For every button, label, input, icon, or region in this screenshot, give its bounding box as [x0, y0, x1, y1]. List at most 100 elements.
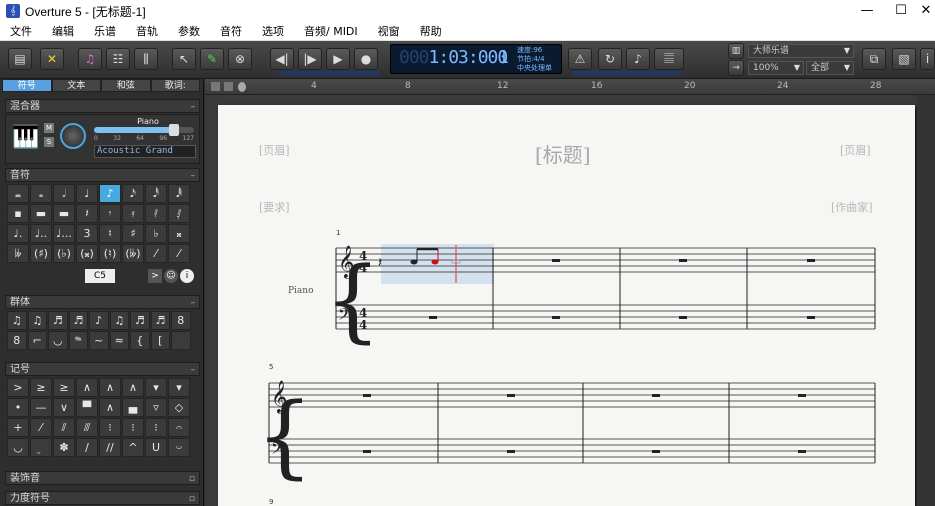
tools-icon[interactable]: ✕ [40, 48, 64, 70]
brace-icon[interactable]: { [130, 331, 150, 350]
bracket-icon[interactable]: [ [150, 331, 170, 350]
scope-dropdown[interactable]: 全部 [806, 61, 854, 75]
style-icon[interactable]: ▥ [728, 43, 744, 59]
beam-icon[interactable]: ♫ [7, 311, 27, 330]
metronome-icon[interactable]: ⚠ [568, 48, 592, 70]
tab-chords[interactable]: 和弦 [101, 79, 151, 92]
menu-notes[interactable]: 音符 [210, 23, 252, 39]
modifier-cell[interactable]: 3 [76, 224, 98, 243]
beam-icon[interactable]: ♫ [109, 311, 129, 330]
menu-file[interactable]: 文件 [0, 23, 42, 39]
tremolo-mark[interactable]: ⁝ [99, 418, 121, 437]
menu-options[interactable]: 选项 [252, 23, 294, 39]
accidental-cell[interactable]: (𝄫) [122, 244, 144, 263]
loop-icon[interactable]: ↻ [598, 48, 622, 70]
note-input-icon[interactable]: ♪ [626, 48, 650, 70]
beam-icon[interactable]: ♬ [150, 311, 170, 330]
note-cell-selected[interactable]: ♪ [99, 184, 121, 203]
info-icon[interactable]: i [180, 269, 194, 283]
accent-mark[interactable]: ▾ [168, 378, 190, 397]
info-icon[interactable]: i [920, 48, 935, 70]
collapse-icon[interactable]: – [191, 100, 196, 114]
menu-window[interactable]: 视窗 [368, 23, 410, 39]
accidental-cell[interactable]: 𝄫 [7, 244, 29, 263]
patch-field[interactable]: Acoustic Grand [94, 145, 196, 158]
rest-cell[interactable]: 𝄽 [76, 204, 98, 223]
solo-button[interactable]: S [44, 137, 54, 147]
beam-icon[interactable]: ♫ [27, 311, 47, 330]
groups-header[interactable]: 群体 – [5, 295, 200, 309]
modifier-cell[interactable]: ♭ [145, 224, 167, 243]
octave-icon[interactable]: 8 [7, 331, 27, 350]
rest-cell[interactable]: ▬ [30, 204, 52, 223]
notes-view-icon[interactable]: ♫ [78, 48, 102, 70]
measure-ruler[interactable]: 4 8 12 16 20 24 28 [205, 79, 935, 95]
notes-header[interactable]: 音符 – [5, 168, 200, 182]
modifier-cell[interactable]: ♩... [53, 224, 75, 243]
ruler-marker-icon[interactable] [238, 82, 246, 92]
eraser-tool-icon[interactable]: ⊗ [228, 48, 252, 70]
articulation-mark[interactable]: ▿ [145, 398, 167, 417]
expand-icon[interactable]: ▫ [189, 472, 195, 486]
position-slider[interactable] [278, 71, 380, 75]
mute-button[interactable]: M [44, 123, 54, 133]
tremolo-mark[interactable]: ⁝ [122, 418, 144, 437]
ornament-mark[interactable]: 𝆊 [30, 438, 52, 457]
tuplet-icon[interactable]: ⌐ [27, 331, 47, 350]
ornament-mark[interactable]: ✽ [53, 438, 75, 457]
articulation-mark[interactable]: ▄ [122, 398, 144, 417]
tremolo-mark[interactable]: ⫽ [53, 418, 75, 437]
view-toggle-icon[interactable] [211, 82, 220, 91]
accent-mark[interactable]: ▾ [145, 378, 167, 397]
volume-slider[interactable] [94, 124, 194, 136]
note-cell[interactable]: 𝅜 [7, 184, 29, 203]
accidental-cell[interactable]: ⁄ [145, 244, 167, 263]
articulation-mark[interactable]: ◇ [168, 398, 190, 417]
beam-icon[interactable]: ♬ [68, 311, 88, 330]
modifier-cell[interactable]: ♩.. [30, 224, 52, 243]
record-button[interactable]: ● [354, 48, 378, 70]
beam-icon[interactable]: ♪ [89, 311, 109, 330]
accidental-cell[interactable]: (♮) [99, 244, 121, 263]
accidental-cell[interactable]: (𝄪) [76, 244, 98, 263]
octave-icon[interactable]: 8 [171, 311, 191, 330]
pencil-tool-icon[interactable]: ✎ [200, 48, 224, 70]
tremolo-mark[interactable]: ⁝ [145, 418, 167, 437]
ornament-mark[interactable]: U [145, 438, 167, 457]
accent-mark[interactable]: > [7, 378, 29, 397]
menu-score[interactable]: 乐谱 [84, 23, 126, 39]
accidental-cell[interactable]: (♭) [53, 244, 75, 263]
collapse-icon[interactable]: – [191, 363, 196, 377]
note-cell[interactable]: ♩ [76, 184, 98, 203]
rewind-button[interactable]: ◀| [270, 48, 294, 70]
note-cell[interactable]: 𝅝 [30, 184, 52, 203]
minimize-button[interactable]: — [849, 0, 885, 22]
play-button[interactable]: ▶ [326, 48, 350, 70]
print-icon[interactable]: ▤ [8, 48, 32, 70]
step-forward-button[interactable]: |▶ [298, 48, 322, 70]
expand-icon[interactable]: ▫ [189, 492, 195, 506]
ornament-mark[interactable]: ^ [122, 438, 144, 457]
next-icon[interactable]: > [148, 269, 162, 283]
tab-symbols[interactable]: 符号 [2, 79, 52, 92]
mixer-header[interactable]: 混合器 – [5, 99, 200, 113]
glissando-icon[interactable]: ~ [89, 331, 109, 350]
rest-cell[interactable]: ▪ [7, 204, 29, 223]
score-page[interactable]: [页眉] [标题] [页眉] [要求] [作曲家] Piano 1 5 9 {… [218, 105, 915, 506]
zoom-dropdown[interactable]: 100% [748, 61, 804, 75]
track-view-icon[interactable]: ☷ [106, 48, 130, 70]
ornament-mark[interactable]: // [99, 438, 121, 457]
articulation-mark[interactable]: — [30, 398, 52, 417]
pedal-icon[interactable]: 𝆮 [68, 331, 88, 350]
tab-text[interactable]: 文本 [51, 79, 101, 92]
select-tool-icon[interactable]: ↖ [172, 48, 196, 70]
accent-mark[interactable]: ∧ [99, 378, 121, 397]
marks-header[interactable]: 记号 – [5, 362, 200, 376]
accent-mark[interactable]: ≥ [53, 378, 75, 397]
rest-cell[interactable]: 𝅁 [168, 204, 190, 223]
beam-icon[interactable]: ♬ [48, 311, 68, 330]
accent-mark[interactable]: ∧ [76, 378, 98, 397]
maximize-button[interactable]: ☐ [883, 0, 919, 22]
collapse-icon[interactable]: – [191, 169, 196, 183]
modifier-cell[interactable]: ♩. [7, 224, 29, 243]
